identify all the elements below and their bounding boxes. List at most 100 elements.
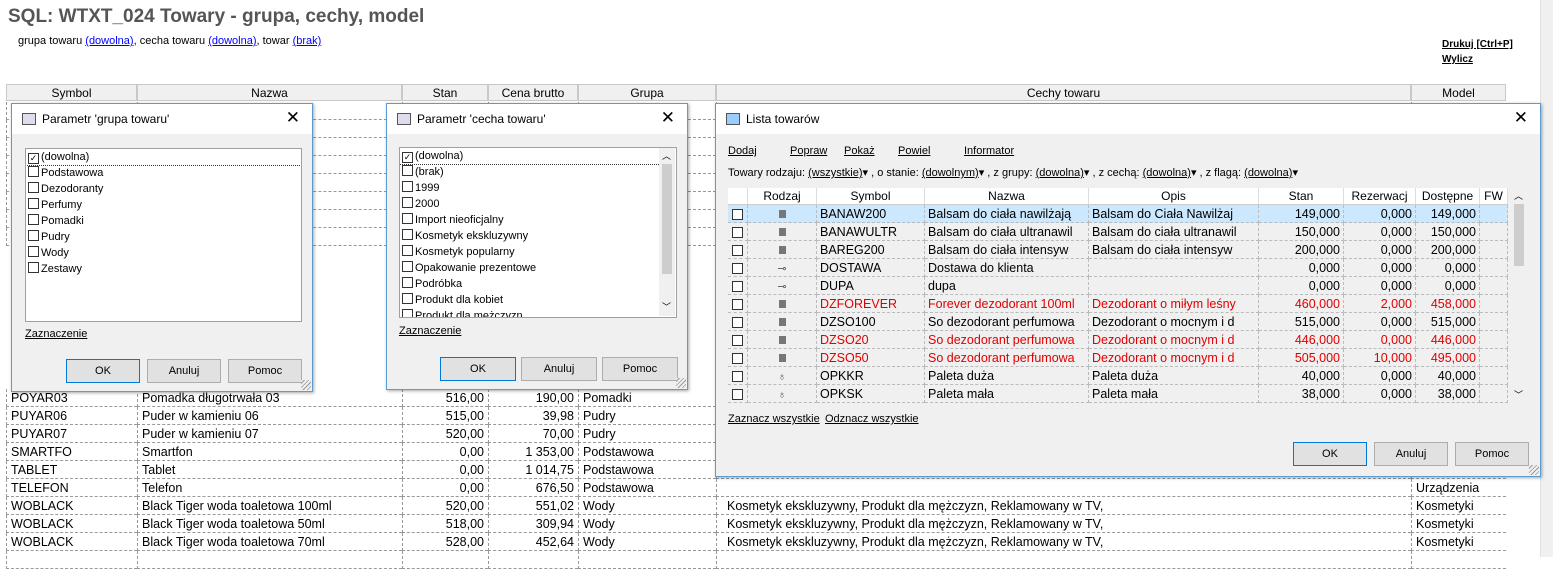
resize-grip[interactable] [676,378,686,388]
grid-cell-check[interactable] [728,349,748,367]
grid-row[interactable]: BAREG200 Balsam do ciała intensyw Balsam d… [728,241,1508,259]
checkbox[interactable] [732,317,743,328]
checkbox[interactable] [732,209,743,220]
select-all-link[interactable]: Zaznacz wszystkie [728,413,820,425]
checkbox[interactable] [732,281,743,292]
column-header[interactable]: Symbol [6,84,137,101]
grid-cell-check[interactable] [728,277,748,295]
param-cecha-link[interactable]: (dowolna) [208,35,256,47]
close-icon[interactable]: ✕ [661,108,675,128]
checkbox[interactable] [402,229,413,240]
list-item[interactable]: Wody [26,245,301,261]
checkbox[interactable] [402,293,413,304]
filter-rodzaj-dropdown[interactable]: (wszystkie) [808,167,862,179]
param-grupa-link[interactable]: (dowolna) [85,35,133,47]
column-header[interactable]: Cechy towaru [716,84,1411,101]
scroll-up-icon[interactable]: ︿ [1514,189,1523,202]
grid-cell-check[interactable] [728,367,748,385]
scroll-thumb[interactable] [662,164,672,274]
grupa-listbox[interactable]: ✓ (dowolna) Podstawowa Dezodoranty Perfumy Po… [25,148,302,322]
column-header[interactable]: Opis [1089,188,1259,205]
column-header[interactable]: FW [1480,188,1508,205]
grid-cell-check[interactable] [728,295,748,313]
close-icon[interactable]: ✕ [1514,108,1528,128]
checkbox[interactable] [28,230,39,241]
scroll-down-icon[interactable]: ﹀ [662,300,671,313]
list-item[interactable]: Zestawy [26,261,301,277]
list-item[interactable]: 1999 [400,180,676,196]
grid-row[interactable]: BANAW200 Balsam do ciała nawilżają Balsam … [728,205,1508,223]
checkbox[interactable] [402,197,413,208]
close-icon[interactable]: ✕ [286,108,300,128]
list-item[interactable]: Pomadki [26,213,301,229]
grid-row[interactable]: ♁ OPKKR Paleta duża Paleta duża 40,000 0,000 4… [728,367,1508,385]
list-item[interactable]: Produkt dla kobiet [400,292,676,308]
toolbar-popraw[interactable]: Popraw [790,145,827,157]
ok-button[interactable]: OK [440,357,516,381]
checkbox[interactable] [402,165,413,176]
toolbar-dodaj[interactable]: Dodaj [728,145,757,157]
list-item[interactable]: Dezodoranty [26,181,301,197]
cecha-list-scrollbar[interactable]: ︿ ﹀ [659,148,675,316]
grid-row[interactable]: DZFOREVER Forever dezodorant 100ml Dezodor… [728,295,1508,313]
grid-cell-check[interactable] [728,331,748,349]
cancel-button[interactable]: Anuluj [147,359,221,383]
checkbox[interactable]: ✓ [402,152,413,163]
checkbox[interactable] [732,263,743,274]
list-item[interactable]: Podstawowa [26,165,301,181]
checkbox[interactable] [28,166,39,177]
checkbox[interactable] [402,277,413,288]
checkbox[interactable] [732,299,743,310]
filter-flaga-dropdown[interactable]: (dowolna) [1244,167,1292,179]
deselect-all-link[interactable]: Odznacz wszystkie [825,413,919,425]
help-button[interactable]: Pomoc [602,357,678,381]
column-header[interactable]: Dostępne [1416,188,1480,205]
list-item[interactable]: 2000 [400,196,676,212]
checkbox[interactable] [402,245,413,256]
cancel-button[interactable]: Anuluj [1374,442,1448,466]
cecha-listbox[interactable]: ✓ (dowolna) (brak) 1999 2000 Import nieoficja… [399,147,677,318]
checkbox[interactable] [402,181,413,192]
list-item[interactable]: Podróbka [400,276,676,292]
calc-link[interactable]: Wylicz [1442,52,1513,67]
checkbox[interactable] [28,246,39,257]
checkbox[interactable] [732,245,743,256]
column-header[interactable]: Symbol [817,188,925,205]
scroll-up-icon[interactable]: ︿ [662,149,671,162]
toolbar-pokaz[interactable]: Pokaż [844,145,875,157]
checkbox[interactable] [28,214,39,225]
checkbox[interactable] [732,227,743,238]
filter-stan-dropdown[interactable]: (dowolnym) [922,167,979,179]
list-item[interactable]: ✓ (dowolna) [400,148,676,165]
list-item[interactable]: ✓ (dowolna) [26,149,301,166]
checkbox[interactable] [28,198,39,209]
grid-row[interactable]: DZSO20 So dezodorant perfumowa Dezodorant … [728,331,1508,349]
grid-row[interactable]: ⊸ DOSTAWA Dostawa do klienta 0,000 0,000 0,00… [728,259,1508,277]
list-item[interactable]: Kosmetyk ekskluzywny [400,228,676,244]
help-button[interactable]: Pomoc [1455,442,1529,466]
list-item[interactable]: (brak) [400,164,676,180]
grid-row[interactable]: BANAWULTR Balsam do ciała ultranawil Balsa… [728,223,1508,241]
scroll-down-icon[interactable]: ﹀ [1514,388,1523,401]
column-header[interactable]: Grupa [578,84,716,101]
checkbox[interactable] [732,335,743,346]
toolbar-powiel[interactable]: Powiel [898,145,930,157]
checkbox[interactable] [732,353,743,364]
filter-cecha-dropdown[interactable]: (dowolna) [1143,167,1191,179]
grid-row[interactable]: DZSO50 So dezodorant perfumowa Dezodorant … [728,349,1508,367]
ok-button[interactable]: OK [1293,442,1367,466]
column-header[interactable]: Stan [402,84,488,101]
column-header[interactable]: Nazwa [137,84,402,101]
toolbar-informator[interactable]: Informator [964,145,1014,157]
grid-row[interactable]: ⊸ DUPA dupa 0,000 0,000 0,000 [728,277,1508,295]
checkbox[interactable] [28,262,39,273]
resize-grip[interactable] [1529,465,1539,475]
list-item[interactable]: Perfumy [26,197,301,213]
zaznaczenie-link[interactable]: Zaznaczenie [399,325,461,337]
checkbox[interactable] [732,389,743,400]
column-header[interactable]: Model [1411,84,1506,101]
filter-grupa-dropdown[interactable]: (dowolna) [1036,167,1084,179]
list-item[interactable]: Kosmetyk popularny [400,244,676,260]
resize-grip[interactable] [301,380,311,390]
checkbox[interactable] [28,182,39,193]
